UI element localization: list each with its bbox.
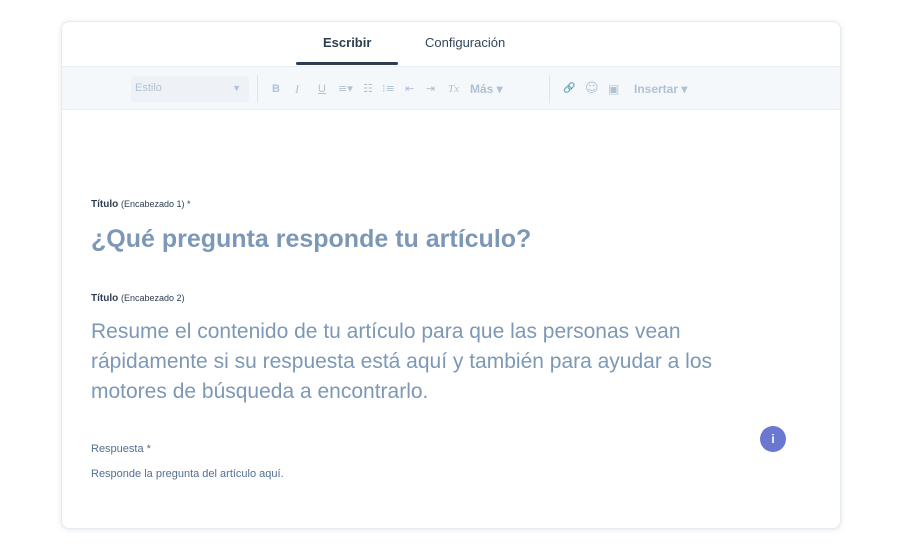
answer-label: Respuesta * xyxy=(91,443,151,455)
title2-label-text: Título xyxy=(91,293,119,304)
title2-input[interactable]: Resume el contenido de tu artículo para … xyxy=(91,317,771,407)
info-icon[interactable]: i xyxy=(760,426,786,452)
bold-button[interactable]: B xyxy=(272,80,280,98)
title1-input[interactable]: ¿Qué pregunta responde tu artículo? xyxy=(91,225,531,254)
more-menu-button[interactable]: Más ▾ xyxy=(470,80,503,98)
title2-label-hint: (Encabezado 2) xyxy=(121,293,185,303)
bullet-list-icon[interactable]: ☷ xyxy=(363,80,373,98)
chevron-down-icon: ▼ xyxy=(232,83,241,93)
underline-button[interactable]: U xyxy=(318,80,326,98)
style-select[interactable]: Estilo ▼ xyxy=(131,76,249,102)
tab-escribir[interactable]: Escribir xyxy=(323,35,371,50)
answer-input[interactable]: Responde la pregunta del artículo aquí. xyxy=(91,468,284,480)
title1-label-hint: (Encabezado 1) * xyxy=(121,199,191,209)
numbered-list-icon[interactable]: ⁝≡ xyxy=(382,80,395,98)
clear-format-icon[interactable]: Tx xyxy=(448,80,459,98)
editor-toolbar: Estilo ▼ B I U ≡▾ ☷ ⁝≡ ⇤ ⇥ Tx Más ▾ 🔗 ☺ … xyxy=(62,66,840,110)
image-icon[interactable]: ▣ xyxy=(608,80,619,98)
editor-card: Escribir Configuración Estilo ▼ B I U ≡▾… xyxy=(61,21,841,529)
link-icon[interactable]: 🔗 xyxy=(563,80,575,98)
indent-icon[interactable]: ⇥ xyxy=(426,80,435,98)
emoji-icon[interactable]: ☺ xyxy=(585,80,599,98)
title2-label: Título (Encabezado 2) xyxy=(91,293,185,304)
outdent-icon[interactable]: ⇤ xyxy=(405,80,414,98)
align-button[interactable]: ≡▾ xyxy=(338,80,353,98)
italic-button[interactable]: I xyxy=(295,80,299,98)
toolbar-divider xyxy=(257,75,258,103)
style-select-value: Estilo xyxy=(135,82,162,94)
toolbar-divider xyxy=(549,75,550,103)
tab-configuracion[interactable]: Configuración xyxy=(425,35,505,50)
active-tab-indicator xyxy=(296,62,398,65)
title1-label: Título (Encabezado 1) * xyxy=(91,199,191,210)
insert-menu-button[interactable]: Insertar ▾ xyxy=(634,80,687,98)
title1-label-text: Título xyxy=(91,199,119,210)
tab-bar: Escribir Configuración xyxy=(62,22,840,66)
